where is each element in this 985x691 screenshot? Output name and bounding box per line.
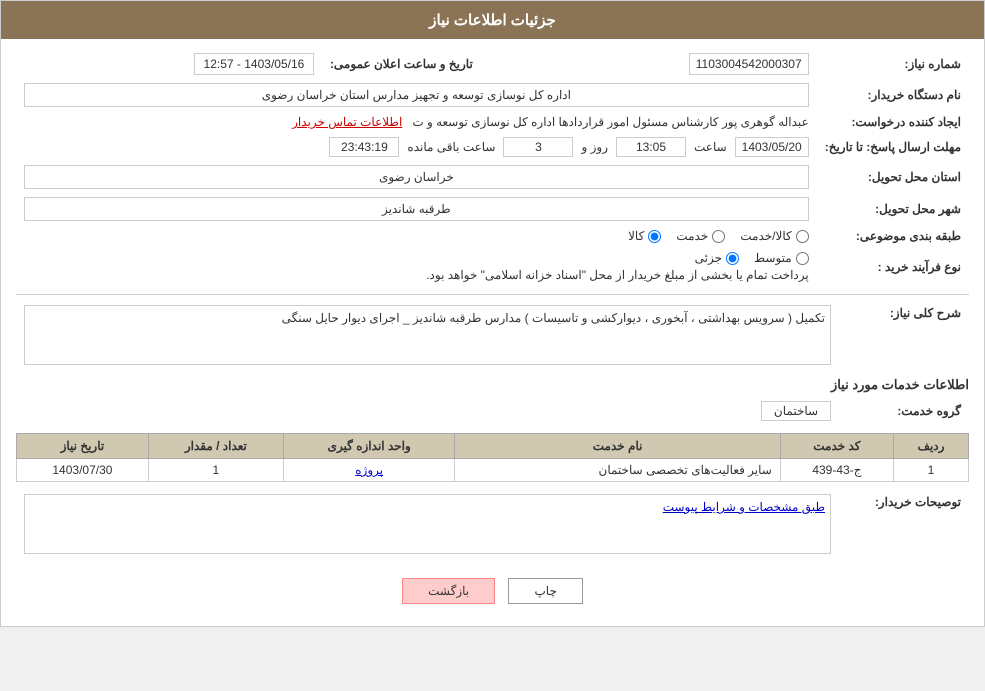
page-title: جزئیات اطلاعات نیاز xyxy=(429,12,556,29)
col-unit: واحد اندازه گیری xyxy=(283,434,454,459)
services-section-title: اطلاعات خدمات مورد نیاز xyxy=(16,377,969,393)
cell-radif: 1 xyxy=(893,459,968,482)
need-number-value: 1103004542000307 xyxy=(511,49,817,79)
cell-unit: پروژه xyxy=(283,459,454,482)
category-kala-option[interactable]: کالا xyxy=(628,229,661,243)
process-label: نوع فرآیند خرید : xyxy=(817,247,969,286)
category-kala-radio[interactable] xyxy=(648,230,661,243)
table-row: 1 ج-43-439 سایر فعالیت‌های تخصصی ساختمان… xyxy=(17,459,969,482)
category-kala-khedmat-label: کالا/خدمت xyxy=(740,229,791,243)
page-header: جزئیات اطلاعات نیاز xyxy=(1,1,984,39)
category-group: کالا/خدمت خدمت کالا xyxy=(24,229,809,243)
buyer-org-label: نام دستگاه خریدار: xyxy=(817,79,969,111)
process-group: متوسط جزئی xyxy=(24,251,809,265)
need-number-box: 1103004542000307 xyxy=(689,53,809,75)
buyer-org-value: اداره کل نوسازی توسعه و تجهیز مدارس استا… xyxy=(24,83,809,107)
process-motavaset-radio[interactable] xyxy=(796,252,809,265)
description-value: تکمیل ( سرویس بهداشتی ، آبخوری ، دیوارکش… xyxy=(24,305,831,365)
col-quantity: تعداد / مقدار xyxy=(148,434,283,459)
remaining-time-label: ساعت باقی مانده xyxy=(407,140,495,154)
buyer-description-link[interactable]: طبق مشخصات و شرایط پیوست xyxy=(663,500,825,514)
process-note: پرداخت تمام یا بخشی از مبلغ خریدار از مح… xyxy=(24,268,809,282)
process-jozee-radio[interactable] xyxy=(726,252,739,265)
city-label: شهر محل تحویل: xyxy=(817,193,969,225)
requester-value: عبداله گوهری پور کارشناس مسئول امور قرار… xyxy=(412,115,808,129)
col-code: کد خدمت xyxy=(780,434,893,459)
need-number-label: شماره نیاز: xyxy=(817,49,969,79)
city-value: طرقبه شاندیز xyxy=(24,197,809,221)
process-jozee-option[interactable]: جزئی xyxy=(695,251,739,265)
buyer-description-value: طبق مشخصات و شرایط پیوست xyxy=(24,494,831,554)
category-kala-khedmat-option[interactable]: کالا/خدمت xyxy=(740,229,808,243)
footer-buttons: چاپ بازگشت xyxy=(16,566,969,616)
description-label: شرح کلی نیاز: xyxy=(839,301,969,369)
response-days: 3 xyxy=(503,137,573,157)
col-date: تاریخ نیاز xyxy=(17,434,149,459)
process-jozee-label: جزئی xyxy=(695,251,722,265)
print-button[interactable]: چاپ xyxy=(508,578,582,604)
back-button[interactable]: بازگشت xyxy=(402,578,495,604)
cell-quantity: 1 xyxy=(148,459,283,482)
remaining-time: 23:43:19 xyxy=(329,137,399,157)
category-label: طبقه بندی موضوعی: xyxy=(817,225,969,247)
category-khedmat-label: خدمت xyxy=(676,229,708,243)
cell-name: سایر فعالیت‌های تخصصی ساختمان xyxy=(455,459,780,482)
response-days-label: روز و xyxy=(581,140,608,154)
buyer-description-label: توصیحات خریدار: xyxy=(839,490,969,558)
services-table: ردیف کد خدمت نام خدمت واحد اندازه گیری ت… xyxy=(16,433,969,482)
process-motavaset-option[interactable]: متوسط xyxy=(754,251,809,265)
announce-datetime-value: 1403/05/16 - 12:57 xyxy=(16,49,322,79)
col-radif: ردیف xyxy=(893,434,968,459)
process-motavaset-label: متوسط xyxy=(754,251,792,265)
service-group-value: ساختمان xyxy=(761,401,831,421)
category-khedmat-radio[interactable] xyxy=(712,230,725,243)
response-time: 13:05 xyxy=(616,137,686,157)
response-deadline-label: مهلت ارسال پاسخ: تا تاریخ: xyxy=(817,133,969,161)
response-date: 1403/05/20 xyxy=(735,137,809,157)
category-kala-label: کالا xyxy=(628,229,644,243)
category-khedmat-option[interactable]: خدمت xyxy=(676,229,725,243)
announce-datetime-label: تاریخ و ساعت اعلان عمومی: xyxy=(322,49,481,79)
requester-link[interactable]: اطلاعات تماس خریدار xyxy=(292,115,402,129)
service-group-label: گروه خدمت: xyxy=(839,397,969,425)
cell-code: ج-43-439 xyxy=(780,459,893,482)
cell-date: 1403/07/30 xyxy=(17,459,149,482)
requester-label: ایجاد کننده درخواست: xyxy=(817,111,969,133)
col-name: نام خدمت xyxy=(455,434,780,459)
category-kala-khedmat-radio[interactable] xyxy=(796,230,809,243)
province-label: استان محل تحویل: xyxy=(817,161,969,193)
response-time-label: ساعت xyxy=(694,140,727,154)
announce-datetime-box: 1403/05/16 - 12:57 xyxy=(194,53,314,75)
province-value: خراسان رضوی xyxy=(24,165,809,189)
